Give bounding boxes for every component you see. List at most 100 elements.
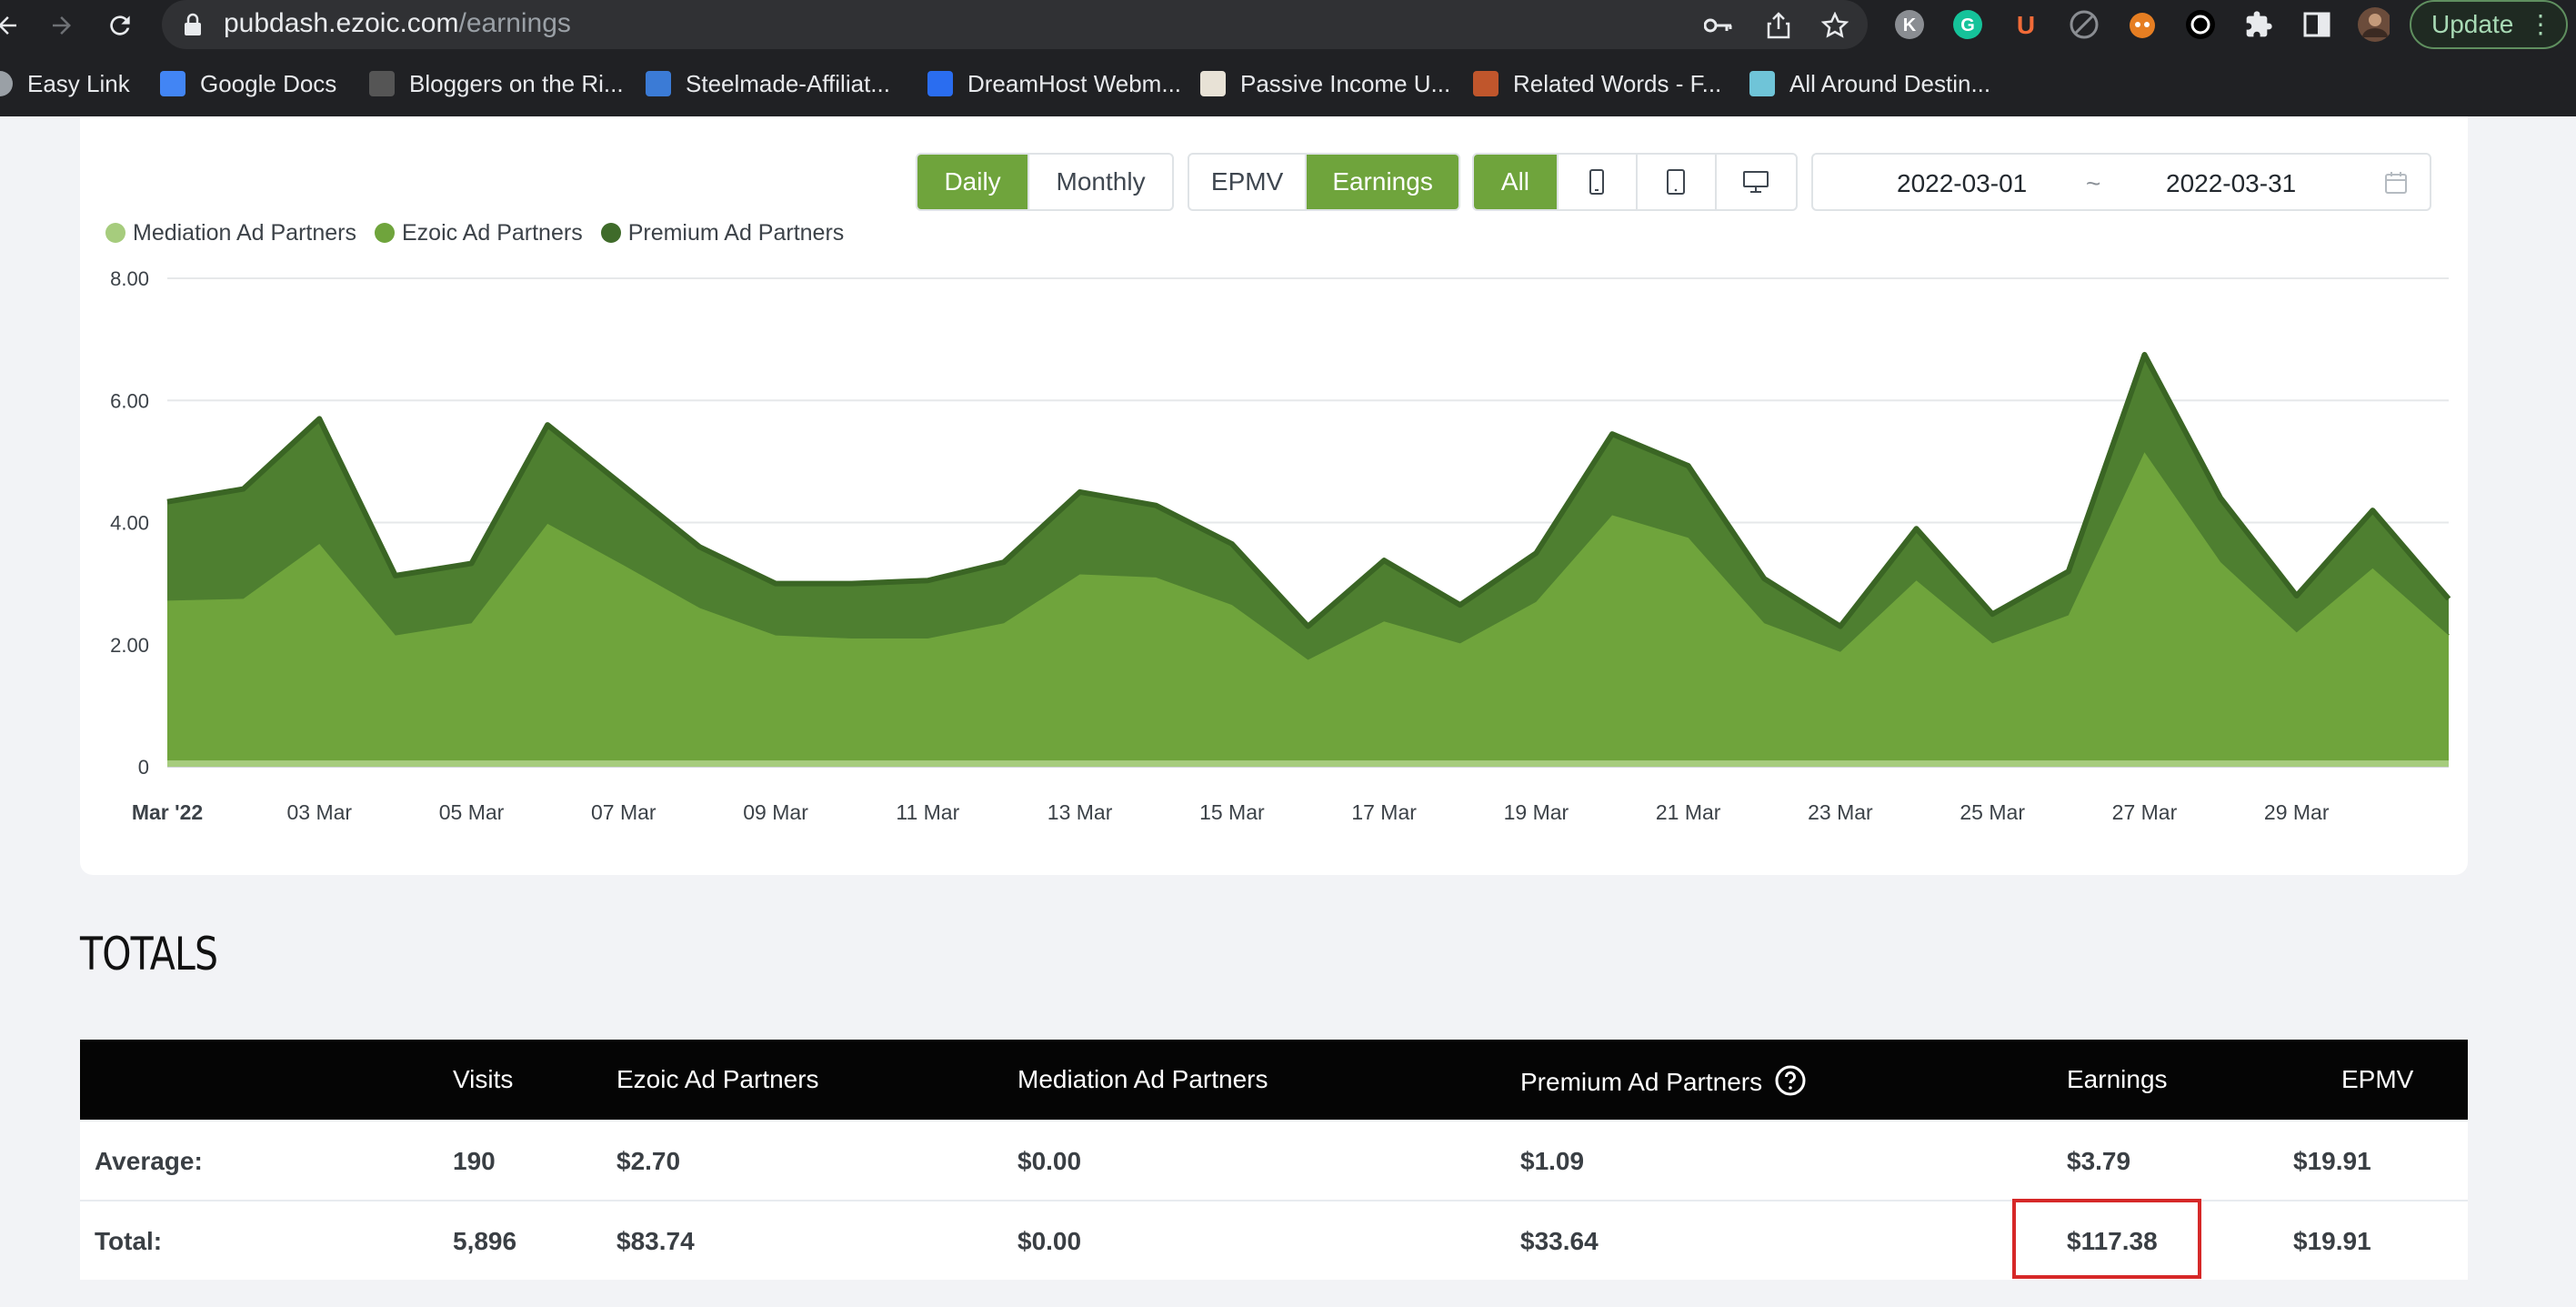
- x-tick-label: 29 Mar: [2264, 800, 2330, 824]
- period-toggle: Daily Monthly: [916, 153, 1174, 211]
- ubersuggest-icon[interactable]: U: [2010, 8, 2042, 41]
- bookmark-label: Bloggers on the Ri...: [409, 69, 624, 97]
- epmv-button[interactable]: EPMV: [1189, 155, 1308, 209]
- bookmark-label: Steelmade-Affiliat...: [686, 69, 890, 97]
- x-tick-label: 13 Mar: [1047, 800, 1113, 824]
- monthly-button[interactable]: Monthly: [1029, 155, 1172, 209]
- epmv-cell: $19.91: [2293, 1147, 2371, 1175]
- desktop-button[interactable]: [1717, 155, 1796, 209]
- calendar-icon[interactable]: [2384, 171, 2408, 195]
- mediation-cell: $0.00: [1017, 1227, 1082, 1255]
- reload-icon[interactable]: [100, 5, 140, 45]
- header-premium: Premium Ad Partners: [1520, 1065, 1806, 1097]
- ezoic-cell: $83.74: [616, 1227, 695, 1255]
- tablet-button[interactable]: [1638, 155, 1717, 209]
- bookmark-label: Related Words - F...: [1513, 69, 1722, 97]
- browser-chrome: pubdash.ezoic.com/earnings K G U Update …: [0, 0, 2576, 116]
- url-path: /earnings: [458, 8, 571, 38]
- earnings-button[interactable]: Earnings: [1307, 155, 1458, 209]
- x-tick-label: 05 Mar: [439, 800, 505, 824]
- y-tick-label: 0: [138, 756, 149, 779]
- desktop-icon: [1743, 171, 1769, 193]
- legend-item[interactable]: Ezoic Ad Partners: [374, 219, 583, 246]
- earnings-area-chart: 0 2.00 4.00 6.00 8.00 Mar '22 03 Mar 05 Mar 07 M…: [110, 267, 2451, 824]
- star-icon[interactable]: [1817, 7, 1853, 44]
- back-arrow-icon[interactable]: [0, 5, 27, 45]
- mobile-button[interactable]: [1559, 155, 1638, 209]
- chart-legend: Mediation Ad Partners Ezoic Ad Partners Pr…: [105, 215, 862, 251]
- x-tick-label: 27 Mar: [2112, 800, 2178, 824]
- puzzle-extensions-icon[interactable]: [2242, 8, 2275, 41]
- row-label: Average:: [95, 1147, 203, 1175]
- visits-cell: 5,896: [453, 1227, 517, 1255]
- daily-button[interactable]: Daily: [917, 155, 1030, 209]
- legend-item[interactable]: Premium Ad Partners: [600, 219, 845, 246]
- more-options-icon: ⋮: [2528, 10, 2553, 38]
- passive-income-icon: [1200, 71, 1226, 96]
- fox-extension-icon[interactable]: [2126, 8, 2159, 41]
- steelmade-icon: [646, 71, 671, 96]
- dreamhost-icon: [927, 71, 953, 96]
- k-extension-icon[interactable]: K: [1893, 8, 1926, 41]
- metric-toggle: EPMV Earnings: [1188, 153, 1460, 211]
- x-tick-label: Mar '22: [132, 800, 203, 824]
- bookmark-item[interactable]: All Around Destin...: [1749, 66, 1990, 101]
- side-panel-icon[interactable]: [2300, 8, 2333, 41]
- bookmark-item[interactable]: DreamHost Webm...: [927, 66, 1181, 101]
- series-area: [167, 760, 2449, 767]
- tablet-icon: [1667, 169, 1686, 195]
- x-tick-label: 03 Mar: [286, 800, 352, 824]
- related-words-icon: [1473, 71, 1498, 96]
- x-tick-label: 11 Mar: [896, 800, 959, 824]
- bookmark-item[interactable]: Bloggers on the Ri...: [369, 66, 624, 101]
- date-range-picker[interactable]: 2022-03-01 ~ 2022-03-31: [1811, 153, 2431, 211]
- mobile-icon: [1589, 169, 1605, 195]
- y-tick-label: 6.00: [110, 389, 149, 412]
- bookmark-item[interactable]: Steelmade-Affiliat...: [646, 66, 890, 101]
- legend-dot-icon: [374, 223, 395, 243]
- bookmark-item[interactable]: Easy Link: [0, 66, 130, 101]
- legend-label: Premium Ad Partners: [627, 219, 845, 246]
- epmv-cell: $19.91: [2293, 1227, 2371, 1255]
- legend-item[interactable]: Mediation Ad Partners: [105, 220, 356, 246]
- forward-arrow-icon[interactable]: [42, 5, 82, 45]
- bookmark-label: Passive Income U...: [1240, 69, 1451, 97]
- bookmark-item[interactable]: Passive Income U...: [1200, 66, 1450, 101]
- grammarly-icon[interactable]: G: [1951, 8, 1984, 41]
- bookmark-item[interactable]: Google Docs: [160, 66, 336, 101]
- header-epmv: EPMV: [2341, 1065, 2414, 1093]
- url-host: pubdash.ezoic.com: [224, 8, 459, 38]
- header-visits: Visits: [453, 1065, 514, 1093]
- all-devices-button[interactable]: All: [1474, 155, 1559, 209]
- blocked-extension-icon[interactable]: [2068, 8, 2100, 41]
- date-end[interactable]: 2022-03-31: [2166, 169, 2296, 198]
- legend-dot-icon: [105, 223, 125, 243]
- share-icon[interactable]: [1760, 7, 1797, 44]
- openai-extension-icon[interactable]: [2184, 8, 2217, 41]
- profile-avatar[interactable]: [2357, 7, 2390, 42]
- bookmark-item[interactable]: Related Words - F...: [1473, 66, 1721, 101]
- row-label: Total:: [95, 1227, 163, 1255]
- question-circle-icon[interactable]: [1775, 1065, 1806, 1096]
- address-bar[interactable]: pubdash.ezoic.com/earnings: [162, 0, 1868, 49]
- legend-label: Mediation Ad Partners: [133, 219, 356, 246]
- date-separator: ~: [2086, 169, 2101, 197]
- update-button[interactable]: Update ⋮: [2410, 0, 2568, 49]
- bookmark-label: Google Docs: [200, 69, 337, 97]
- all-around-icon: [1749, 71, 1775, 96]
- x-tick-label: 21 Mar: [1656, 800, 1721, 824]
- ezoic-cell: $2.70: [616, 1147, 681, 1175]
- x-tick-label: 17 Mar: [1351, 800, 1417, 824]
- key-icon[interactable]: [1700, 7, 1737, 44]
- date-start[interactable]: 2022-03-01: [1897, 169, 2027, 198]
- svg-text:G: G: [1960, 15, 1975, 35]
- y-tick-label: 2.00: [110, 634, 149, 657]
- premium-cell: $1.09: [1520, 1147, 1585, 1175]
- legend-label: Ezoic Ad Partners: [401, 219, 583, 246]
- bookmarks-bar: Easy Link Google Docs Bloggers on the Ri..…: [0, 58, 2576, 107]
- svg-text:K: K: [1903, 15, 1917, 35]
- premium-cell: $33.64: [1520, 1227, 1599, 1255]
- x-tick-label: 07 Mar: [591, 800, 657, 824]
- x-tick-label: 15 Mar: [1199, 800, 1265, 824]
- x-tick-label: 25 Mar: [1960, 800, 2025, 824]
